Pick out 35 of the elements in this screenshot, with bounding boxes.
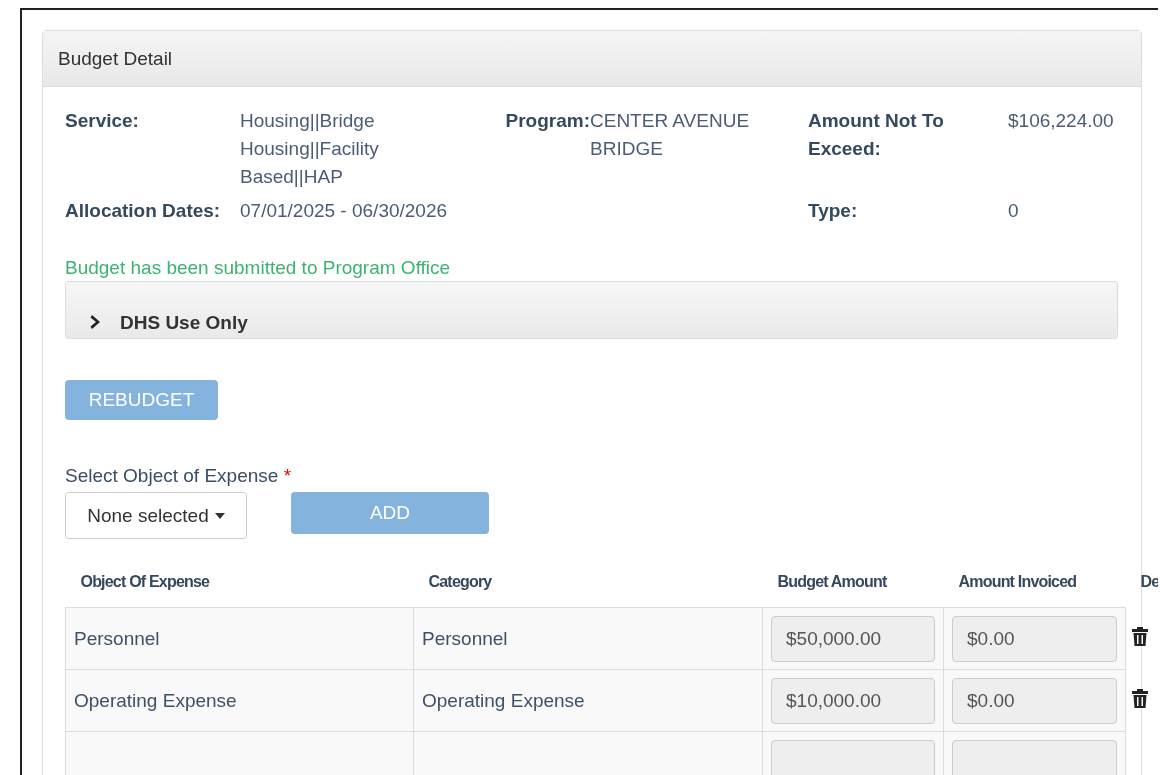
column-header: Category bbox=[413, 573, 763, 608]
trash-icon[interactable] bbox=[1132, 627, 1148, 646]
panel-title: Budget Detail bbox=[43, 31, 1141, 87]
chevron-icon bbox=[90, 314, 102, 330]
amount-field[interactable]: $10,000.00 bbox=[771, 677, 935, 724]
detail-label: Program: bbox=[505, 109, 590, 133]
detail-value: 0 bbox=[1008, 199, 1020, 223]
amount-field[interactable]: $0.00 bbox=[952, 615, 1117, 662]
expense-dropdown[interactable]: None selected bbox=[65, 492, 247, 539]
amount-field[interactable]: $0.00 bbox=[952, 677, 1117, 724]
caret-icon bbox=[214, 512, 225, 519]
table-cell: Personnel bbox=[65, 607, 414, 670]
accordion-header[interactable]: DHS Use Only bbox=[65, 281, 1118, 339]
field-label: Select Object of Expense * bbox=[65, 465, 293, 487]
column-header: Object Of Expense bbox=[65, 573, 414, 608]
column-header: Budget Amount bbox=[762, 573, 944, 608]
detail-value: $106,224.00 bbox=[1008, 109, 1115, 133]
table-cell: Personnel bbox=[413, 607, 763, 670]
detail-value: CENTER AVENUE BRIDGE bbox=[590, 109, 751, 161]
status-message: Budget has been submitted to Program Office bbox=[65, 257, 452, 279]
column-header: Amount Invoiced bbox=[943, 573, 1126, 608]
column-header: De bbox=[1125, 573, 1158, 608]
detail-value: Housing||Bridge Housing||Facility Based||HAP bbox=[240, 109, 380, 189]
detail-value: 07/01/2025 - 06/30/2026 bbox=[240, 199, 449, 223]
detail-label: Amount Not To Exceed: bbox=[808, 109, 945, 161]
amount-field[interactable] bbox=[771, 739, 935, 775]
detail-label: Service: bbox=[65, 109, 140, 133]
trash-icon[interactable] bbox=[1132, 689, 1148, 708]
detail-label: Type: bbox=[808, 199, 859, 223]
table-cell: Operating Expense bbox=[413, 669, 763, 732]
detail-label: Allocation Dates: bbox=[65, 199, 222, 223]
accordion-title: DHS Use Only bbox=[120, 312, 248, 334]
amount-field[interactable]: $50,000.00 bbox=[771, 615, 935, 662]
amount-field[interactable] bbox=[952, 739, 1117, 775]
table-cell: Operating Expense bbox=[65, 669, 414, 732]
